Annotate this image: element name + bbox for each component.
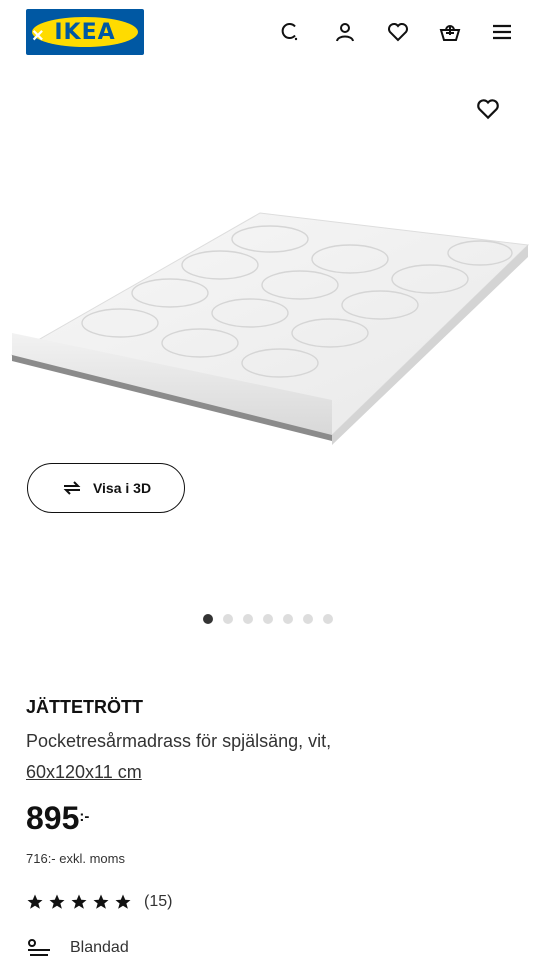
- star-icon: [115, 894, 131, 909]
- firmness-feature: Blandad: [26, 938, 129, 958]
- price-suffix: :-: [79, 808, 90, 825]
- heart-icon[interactable]: [386, 20, 410, 44]
- top-header: IKEA ×: [0, 0, 541, 64]
- product-name: JÄTTETRÖTT: [26, 697, 143, 717]
- logo-close-mark: ×: [32, 25, 44, 47]
- view-in-3d-button[interactable]: Visa i 3D: [27, 463, 185, 513]
- star-icon: [49, 894, 65, 909]
- firmness-icon: [28, 939, 50, 956]
- cart-icon[interactable]: [438, 20, 462, 44]
- carousel-dot[interactable]: [283, 614, 293, 624]
- product-image[interactable]: [10, 205, 532, 445]
- add-to-favorites-icon[interactable]: [475, 96, 501, 122]
- star-icon: [71, 894, 87, 909]
- product-rating[interactable]: (15): [26, 893, 172, 911]
- user-icon[interactable]: [333, 20, 357, 44]
- star-icon: [93, 894, 109, 909]
- review-count: (15): [144, 893, 173, 910]
- rotate-3d-icon: [63, 481, 81, 495]
- logo-ellipse: IKEA: [32, 17, 138, 47]
- price-excl-vat: 716:- exkl. moms: [26, 851, 125, 866]
- product-price: 895:-: [26, 800, 89, 837]
- logo-text: IKEA: [54, 19, 116, 45]
- search-icon[interactable]: [279, 20, 303, 44]
- carousel-dot[interactable]: [223, 614, 233, 624]
- price-value: 895: [26, 800, 80, 836]
- carousel-dot[interactable]: [203, 614, 213, 624]
- image-carousel-dots: [203, 614, 333, 624]
- menu-icon[interactable]: [490, 20, 514, 44]
- carousel-dot[interactable]: [263, 614, 273, 624]
- carousel-dot[interactable]: [323, 614, 333, 624]
- view-in-3d-label: Visa i 3D: [92, 480, 152, 496]
- product-size-link[interactable]: 60x120x11 cm: [26, 762, 142, 783]
- firmness-label: Blandad: [70, 939, 129, 956]
- carousel-dot[interactable]: [303, 614, 313, 624]
- ikea-logo[interactable]: IKEA ×: [26, 9, 144, 55]
- product-description: Pocketresårmadrass för spjälsäng, vit,: [26, 731, 332, 751]
- star-icon: [27, 894, 43, 909]
- carousel-dot[interactable]: [243, 614, 253, 624]
